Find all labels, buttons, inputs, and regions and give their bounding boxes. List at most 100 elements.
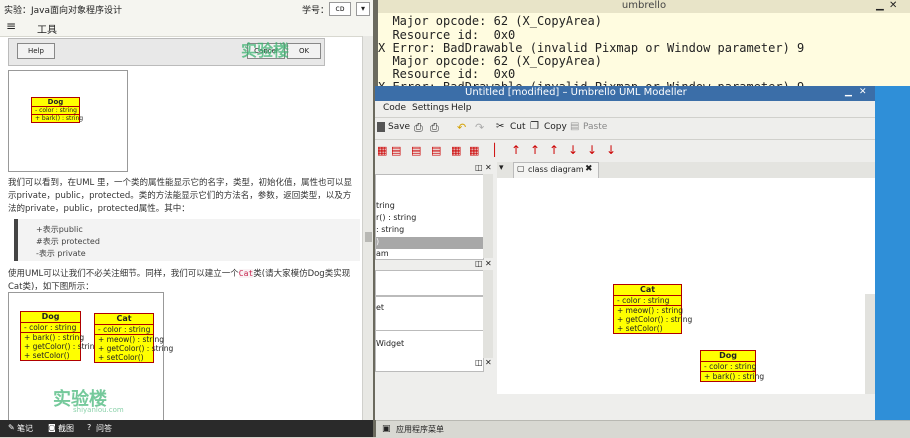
tools-menu[interactable]: 工具 [37, 21, 57, 36]
minimize-icon[interactable]: ▁ [845, 87, 852, 97]
camera-icon: ◙ [48, 423, 56, 432]
containment-tool-icon[interactable]: ↓ [587, 143, 597, 157]
menu-bar: Code Settings Help [375, 101, 875, 117]
enum-tool-icon[interactable]: ▦ [451, 144, 461, 157]
close-icon[interactable]: ✕ [859, 87, 867, 97]
new-tab-icon[interactable]: ▾ [499, 163, 504, 173]
tree-item[interactable]: : string [376, 225, 404, 234]
tree-view[interactable]: tring r() : string : string ) am [375, 174, 484, 260]
screenshot-button[interactable]: 截图 [58, 423, 74, 434]
close-panel-icon[interactable]: ✕ [485, 358, 492, 367]
terminal-window: umbrello ▁ ✕ Major opcode: 62 (X_CopyAre… [378, 0, 910, 100]
student-id-label: 学号： [302, 6, 330, 16]
diagram-icon: ▢ [517, 164, 525, 173]
interface-tool-icon[interactable]: ▤ [411, 144, 421, 157]
float-icon[interactable]: ◫ [475, 259, 483, 268]
window-title: Untitled [modified] – Umbrello UML Model… [465, 87, 687, 98]
documentation-panel[interactable] [375, 270, 484, 296]
cut-button[interactable]: Cut [510, 122, 526, 132]
print-preview-icon[interactable]: ⎙ [430, 121, 439, 135]
undo-icon[interactable]: ↶ [457, 121, 466, 134]
app-menu-button[interactable]: 应用程序菜单 [396, 424, 444, 435]
tree-item[interactable]: tring [376, 201, 395, 210]
student-id-select[interactable]: ᴄᴅ [329, 2, 351, 16]
package-tool-icon[interactable]: ▦ [469, 144, 479, 157]
save-button[interactable]: Save [388, 122, 410, 132]
tree-item-selected[interactable]: ) [376, 237, 483, 249]
uml-image-dog: Dog - color : string + bark() : string [8, 70, 128, 172]
watermark-logo: 实验楼 [241, 41, 290, 60]
generalization-tool-icon[interactable]: ↑ [511, 143, 521, 157]
redo-icon[interactable]: ↷ [475, 121, 484, 134]
lesson-paragraph: 我们可以看到，在UML 里，一个类的属性能显示它的名字，类型，初始化值，属性也可… [8, 178, 352, 214]
association-tool-icon[interactable]: │ [491, 143, 498, 157]
notes-button[interactable]: 笔记 [17, 423, 33, 434]
datatype-tool-icon[interactable]: ▤ [431, 144, 441, 157]
dependency-tool-icon[interactable]: ↑ [549, 143, 559, 157]
menu-code[interactable]: Code [383, 103, 406, 113]
lesson-toolbar: ≡ 工具 [0, 18, 373, 37]
question-icon: ? [87, 423, 92, 432]
diagram-toolbar: ▦ ▤ ▤ ▤ ▦ ▦ │ ↑ ↑ ↑ ↓ ↓ ↓ [375, 139, 875, 162]
main-toolbar: Save ⎙ ⎙ ↶ ↷ ✂ Cut ❐ Copy ▤ Paste [375, 117, 875, 140]
close-panel-icon[interactable]: ✕ [485, 163, 492, 172]
lesson-scrollbar[interactable] [362, 36, 373, 420]
panel-scrollbar[interactable] [483, 270, 493, 358]
save-icon [377, 122, 385, 132]
qa-button[interactable]: 问答 [96, 423, 112, 434]
uml-class-dog[interactable]: Dog - color : string + bark() : string [700, 350, 764, 382]
uml-class-cat[interactable]: Cat - color : string + meow() : string +… [613, 284, 692, 334]
print-icon[interactable]: ⎙ [414, 121, 423, 135]
select-tool-icon[interactable]: ▦ [377, 144, 387, 157]
close-tab-icon[interactable]: ✖ [585, 164, 593, 174]
uml-image-dog-cat: Dog - color : string + bark() : string +… [8, 292, 173, 420]
aggregation-tool-icon[interactable]: ↑ [530, 143, 540, 157]
tree-item[interactable]: Widget [376, 339, 404, 348]
minimize-icon[interactable]: ▁ [876, 0, 884, 11]
ok-button[interactable]: OK [287, 43, 321, 59]
realization-tool-icon[interactable]: ↓ [606, 143, 616, 157]
desktop-background [875, 86, 910, 420]
taskbar: ▣ 应用程序菜单 [376, 420, 910, 438]
terminal-line: Major opcode: 62 (X_CopyArea) [378, 14, 602, 28]
diagram-canvas[interactable]: Cat - color : string + meow() : string +… [497, 178, 875, 394]
dialog-screenshot: Help Cancel OK 实验楼 [8, 38, 325, 66]
app-menu-icon[interactable]: ▣ [382, 424, 391, 434]
composition-tool-icon[interactable]: ↓ [568, 143, 578, 157]
tree-scrollbar[interactable] [483, 174, 493, 258]
terminal-title: umbrello [621, 0, 667, 11]
terminal-titlebar: umbrello ▁ ✕ [378, 0, 910, 13]
scissors-icon: ✂ [496, 121, 505, 132]
menu-help[interactable]: Help [451, 103, 472, 113]
class-tool-icon[interactable]: ▤ [391, 144, 401, 157]
close-panel-icon[interactable]: ✕ [485, 259, 492, 268]
widget-list[interactable]: Widget [375, 330, 484, 372]
tree-view-2[interactable]: et [375, 296, 484, 332]
tree-item[interactable]: r() : string [376, 213, 416, 222]
bullet-item: -表示 private [36, 249, 86, 258]
watermark-url: shiyanlou.com [73, 406, 124, 414]
canvas-scrollbar[interactable] [865, 294, 875, 394]
paste-button[interactable]: Paste [583, 122, 607, 132]
uml-class-cat: Cat - color : string + meow() : string +… [94, 313, 173, 363]
bullet-item: +表示public [36, 225, 83, 234]
diagram-tabbar: ▾ ▢ class diagram ✖ [497, 162, 875, 180]
scrollbar-thumb[interactable] [365, 232, 372, 242]
copy-icon: ❐ [530, 121, 539, 132]
lesson-header: 实验：Java面向对象程序设计 学号： ᴄᴅ ▾ [0, 0, 373, 19]
menu-settings[interactable]: Settings [412, 103, 449, 113]
uml-class-dog: Dog - color : string + bark() : string +… [20, 311, 99, 361]
tree-item[interactable]: et [376, 303, 384, 312]
close-icon[interactable]: ✕ [889, 0, 897, 11]
tree-view-panel: ◫ ✕ tring r() : string : string ) am ◫ ✕… [375, 162, 494, 332]
help-button[interactable]: Help [17, 43, 55, 59]
float-icon[interactable]: ◫ [475, 163, 483, 172]
chevron-down-icon[interactable]: ▾ [356, 2, 370, 16]
uml-class-dog: Dog - color : string + bark() : string [31, 97, 83, 123]
tab-label: class diagram [528, 165, 584, 174]
menu-icon[interactable]: ≡ [6, 19, 16, 33]
float-icon[interactable]: ◫ [475, 358, 483, 367]
copy-button[interactable]: Copy [544, 122, 567, 132]
tree-item[interactable]: am [376, 249, 389, 258]
lesson-bottom-bar: ✎ 笔记 ◙ 截图 ? 问答 [0, 420, 376, 437]
